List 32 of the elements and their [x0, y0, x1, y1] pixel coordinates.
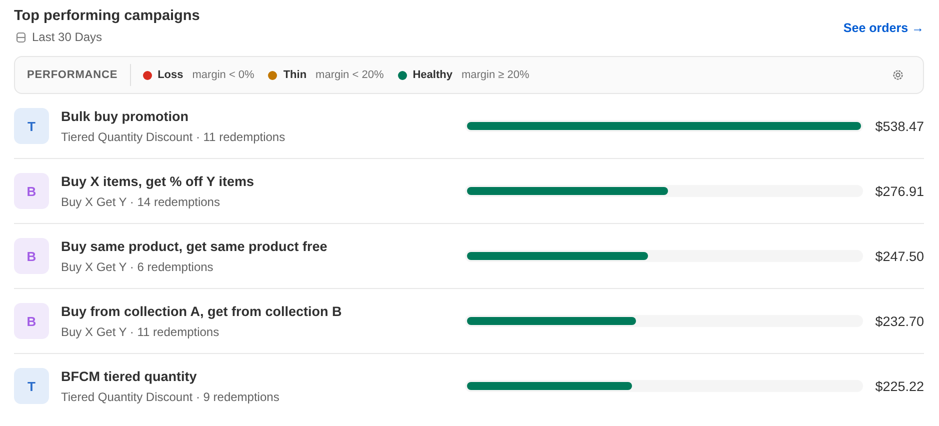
legend-name: Thin — [283, 69, 307, 81]
database-icon — [16, 32, 26, 42]
campaign-name: BFCM tiered quantity — [61, 368, 198, 384]
campaign-amount: $225.22 — [875, 378, 924, 394]
campaign-name: Buy from collection A, get from collection B — [61, 304, 343, 318]
campaign-meta: Buy X Get Y · 6 redemptions — [61, 260, 214, 274]
legend-rule: margin < 0% — [192, 69, 254, 81]
campaign-name: Bulk buy promotion — [61, 108, 190, 124]
campaign-meta: Tiered Quantity Discount · 11 redemptions — [61, 130, 286, 144]
campaign-meta: Buy X Get Y · 14 redemptions — [61, 194, 221, 208]
settings-icon[interactable] — [892, 69, 904, 81]
letter-badge: T — [14, 368, 49, 404]
card-title: Top performing campaigns — [14, 8, 200, 24]
letter-badge: B — [14, 238, 49, 274]
letter-badge: B — [14, 303, 49, 339]
campaign-amount: $232.70 — [875, 314, 924, 328]
campaign-amount: $247.50 — [875, 248, 924, 264]
campaign-meta: Buy X Get Y · 11 redemptions — [61, 324, 220, 338]
see-orders-link[interactable]: See orders → — [843, 21, 924, 35]
period-label: Last 30 Days — [32, 30, 102, 44]
letter-badge: T — [14, 108, 49, 144]
campaign-name: Buy same product, get same product free — [61, 238, 328, 254]
legend-name: Loss — [158, 69, 184, 81]
letter-badge: B — [14, 173, 49, 209]
legend-rule: margin ≥ 20% — [461, 69, 530, 81]
legend-name: Healthy — [412, 69, 452, 81]
campaign-name: Buy X items, get % off Y items — [61, 174, 256, 188]
legend-label: PERFORMANCE — [27, 69, 118, 81]
campaign-amount: $538.47 — [875, 118, 924, 134]
legend-rule: margin < 20% — [316, 69, 384, 81]
campaign-meta: Tiered Quantity Discount · 9 redemptions — [61, 390, 280, 404]
campaign-amount: $276.91 — [875, 184, 924, 198]
